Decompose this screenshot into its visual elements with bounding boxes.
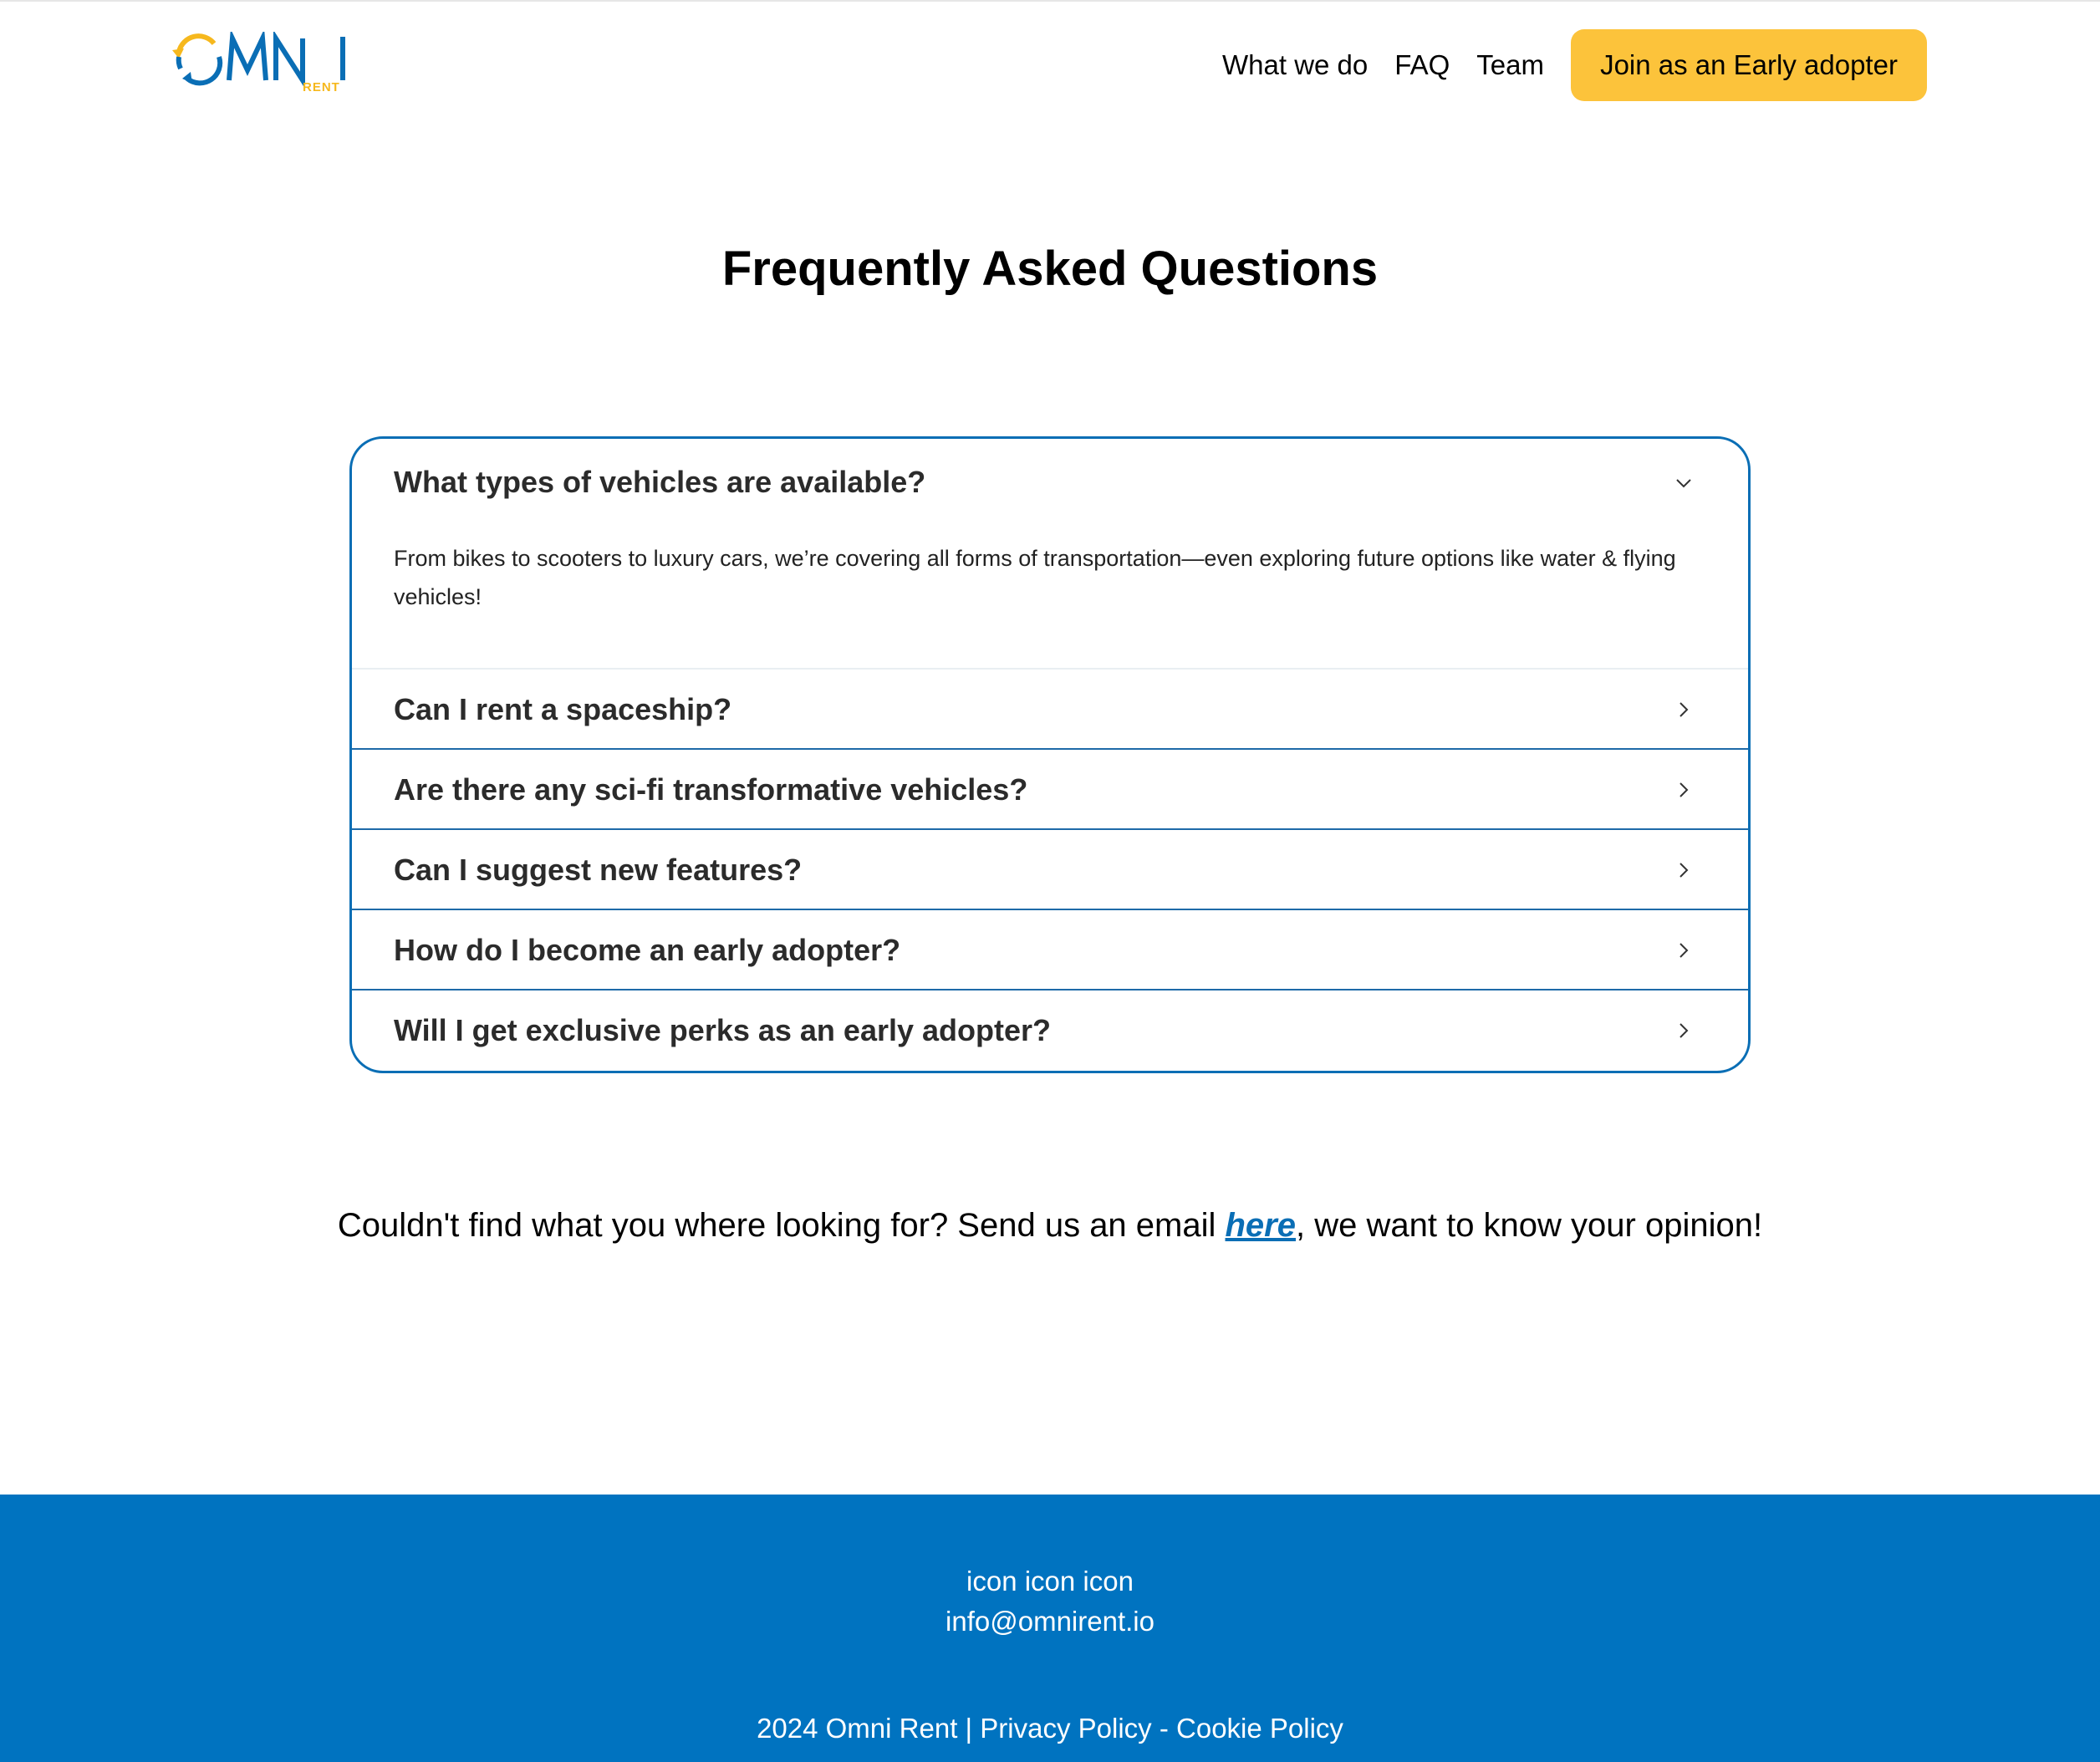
faq-item-become-early-adopter[interactable]: How do I become an early adopter? [352, 910, 1748, 990]
chevron-right-icon[interactable] [1674, 1021, 1693, 1040]
faq-accordion: What types of vehicles are available? Fr… [349, 436, 1751, 1073]
footer-email: info@omnirent.io [0, 1602, 2100, 1642]
contact-prompt: Couldn't find what you where looking for… [0, 1207, 2100, 1245]
faq-question[interactable]: What types of vehicles are available? [394, 447, 925, 517]
site-header: RENT What we do FAQ Team Join as an Earl… [0, 0, 2100, 134]
chevron-right-icon[interactable] [1674, 781, 1693, 799]
faq-item-spaceship[interactable]: Can I rent a spaceship? [352, 670, 1748, 750]
omni-rent-logo[interactable]: RENT [172, 32, 348, 99]
faq-item-sci-fi-vehicles[interactable]: Are there any sci-fi transformative vehi… [352, 750, 1748, 830]
legal-separator: | [957, 1713, 981, 1744]
faq-question[interactable]: Are there any sci-fi transformative vehi… [394, 750, 1027, 830]
site-footer: icon icon icon info@omnirent.io 2024 Omn… [0, 1495, 2100, 1762]
faq-item-vehicle-types[interactable]: What types of vehicles are available? Fr… [352, 439, 1748, 670]
footer-legal: 2024 Omni Rent | Privacy Policy - Cookie… [0, 1709, 2100, 1749]
cookie-policy-link[interactable]: Cookie Policy [1176, 1713, 1343, 1744]
faq-question[interactable]: Can I suggest new features? [394, 830, 802, 910]
contact-prefix: Couldn't find what you where looking for… [337, 1207, 1226, 1244]
faq-answer: From bikes to scooters to luxury cars, w… [394, 546, 1676, 609]
main-nav: What we do FAQ Team Join as an Early ado… [1195, 29, 1927, 101]
join-early-adopter-button[interactable]: Join as an Early adopter [1571, 29, 1927, 101]
faq-item-suggest-features[interactable]: Can I suggest new features? [352, 830, 1748, 910]
nav-link-faq[interactable]: FAQ [1394, 49, 1450, 81]
copyright-text: 2024 Omni Rent [757, 1713, 958, 1744]
nav-link-team[interactable]: Team [1476, 49, 1544, 81]
nav-link-what-we-do[interactable]: What we do [1222, 49, 1368, 81]
page-title: Frequently Asked Questions [721, 242, 1379, 296]
faq-item-exclusive-perks[interactable]: Will I get exclusive perks as an early a… [352, 990, 1748, 1071]
privacy-policy-link[interactable]: Privacy Policy [980, 1713, 1151, 1744]
faq-question[interactable]: How do I become an early adopter? [394, 910, 900, 990]
chevron-down-icon[interactable] [1674, 474, 1693, 492]
contact-suffix: , we want to know your opinion! [1296, 1207, 1763, 1244]
faq-question[interactable]: Can I rent a spaceship? [394, 670, 731, 750]
social-icons-placeholder[interactable]: icon icon icon [0, 1561, 2100, 1602]
chevron-right-icon[interactable] [1674, 941, 1693, 960]
chevron-right-icon[interactable] [1674, 861, 1693, 879]
logo-subtext: RENT [303, 80, 340, 94]
chevron-right-icon[interactable] [1674, 700, 1693, 719]
email-here-link[interactable]: here [1226, 1207, 1297, 1244]
email-link[interactable]: info@omnirent.io [946, 1606, 1154, 1637]
legal-dash: - [1151, 1713, 1177, 1744]
faq-question[interactable]: Will I get exclusive perks as an early a… [394, 990, 1051, 1071]
